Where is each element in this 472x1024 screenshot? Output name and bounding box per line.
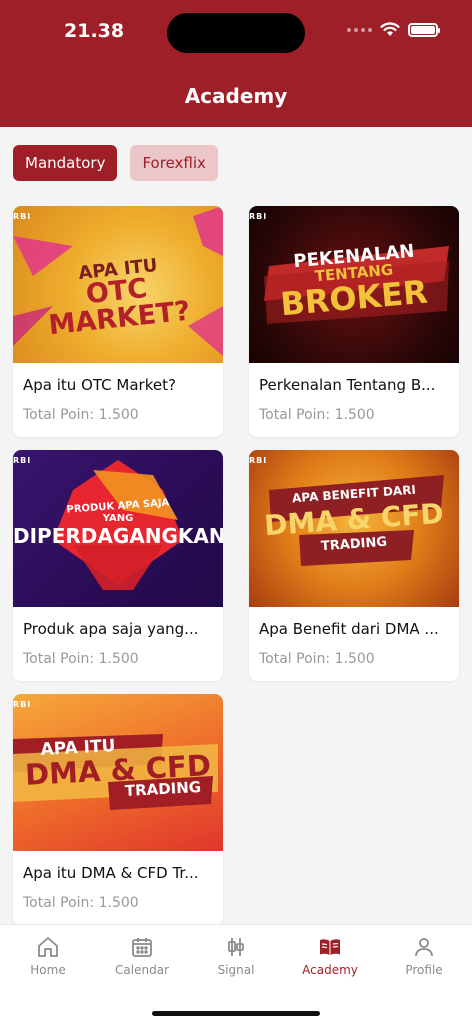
home-indicator: [152, 1011, 320, 1016]
course-points: Total Poin: 1.500: [259, 651, 375, 667]
nav-item-academy[interactable]: Academy: [290, 935, 370, 977]
brand-logo: RBI: [13, 212, 32, 221]
course-card[interactable]: RBI PEKENALAN TENTANG BROKER Perkenalan …: [249, 206, 459, 437]
course-title: Perkenalan Tentang B...: [259, 376, 436, 394]
status-icons: [347, 22, 440, 37]
cellular-signal-icon: [347, 27, 372, 32]
thumbnail-text: DIPERDAGANGKAN: [13, 524, 223, 548]
thumbnail-text: YANG: [102, 513, 134, 524]
nav-label: Home: [30, 963, 66, 977]
course-thumbnail: RBI APA BENEFIT DARI DMA & CFD TRADING: [249, 450, 459, 607]
course-card[interactable]: RBI PRODUK APA SAJA YANG DIPERDAGANGKAN …: [13, 450, 223, 681]
course-thumbnail: RBI APA ITU OTC MARKET?: [13, 206, 223, 363]
nav-label: Academy: [302, 963, 358, 977]
nav-item-home[interactable]: Home: [8, 935, 88, 977]
page-title: Academy: [184, 84, 288, 108]
dynamic-island: [167, 13, 305, 53]
nav-item-calendar[interactable]: Calendar: [102, 935, 182, 977]
app-header: 21.38 Academy: [0, 0, 472, 127]
course-card[interactable]: RBI APA BENEFIT DARI DMA & CFD TRADING A…: [249, 450, 459, 681]
course-points: Total Poin: 1.500: [259, 407, 375, 423]
tab-forexflix[interactable]: Forexflix: [130, 145, 218, 181]
book-icon: [320, 939, 340, 955]
nav-label: Profile: [405, 963, 443, 977]
course-thumbnail: RBI APA ITU DMA & CFD TRADING: [13, 694, 223, 851]
nav-item-profile[interactable]: Profile: [384, 935, 464, 977]
course-title: Apa Benefit dari DMA ...: [259, 620, 439, 638]
course-points: Total Poin: 1.500: [23, 651, 139, 667]
wifi-icon: [380, 22, 400, 36]
bottom-navigation: Home Calendar Signal Academy Profile: [0, 924, 472, 1024]
nav-label: Calendar: [115, 963, 169, 977]
course-title: Produk apa saja yang...: [23, 620, 199, 638]
home-icon: [38, 937, 58, 957]
brand-logo: RBI: [249, 456, 268, 465]
course-points: Total Poin: 1.500: [23, 895, 139, 911]
course-points: Total Poin: 1.500: [23, 407, 139, 423]
brand-logo: RBI: [13, 700, 32, 709]
signal-icon: [228, 938, 244, 956]
course-card[interactable]: RBI APA ITU DMA & CFD TRADING Apa itu DM…: [13, 694, 223, 925]
nav-item-signal[interactable]: Signal: [196, 935, 276, 977]
brand-logo: RBI: [249, 212, 268, 221]
profile-icon: [415, 938, 433, 957]
course-thumbnail: RBI PRODUK APA SAJA YANG DIPERDAGANGKAN: [13, 450, 223, 607]
battery-icon: [408, 22, 440, 37]
course-title: Apa itu OTC Market?: [23, 376, 176, 394]
course-card[interactable]: RBI APA ITU OTC MARKET? Apa itu OTC Mark…: [13, 206, 223, 437]
status-time: 21.38: [64, 20, 125, 42]
category-tabs: Mandatory Forexflix: [13, 145, 218, 181]
tab-mandatory[interactable]: Mandatory: [13, 145, 118, 181]
course-thumbnail: RBI PEKENALAN TENTANG BROKER: [249, 206, 459, 363]
nav-label: Signal: [217, 963, 255, 977]
calendar-icon: [132, 938, 152, 957]
course-title: Apa itu DMA & CFD Tr...: [23, 864, 199, 882]
brand-logo: RBI: [13, 456, 32, 465]
